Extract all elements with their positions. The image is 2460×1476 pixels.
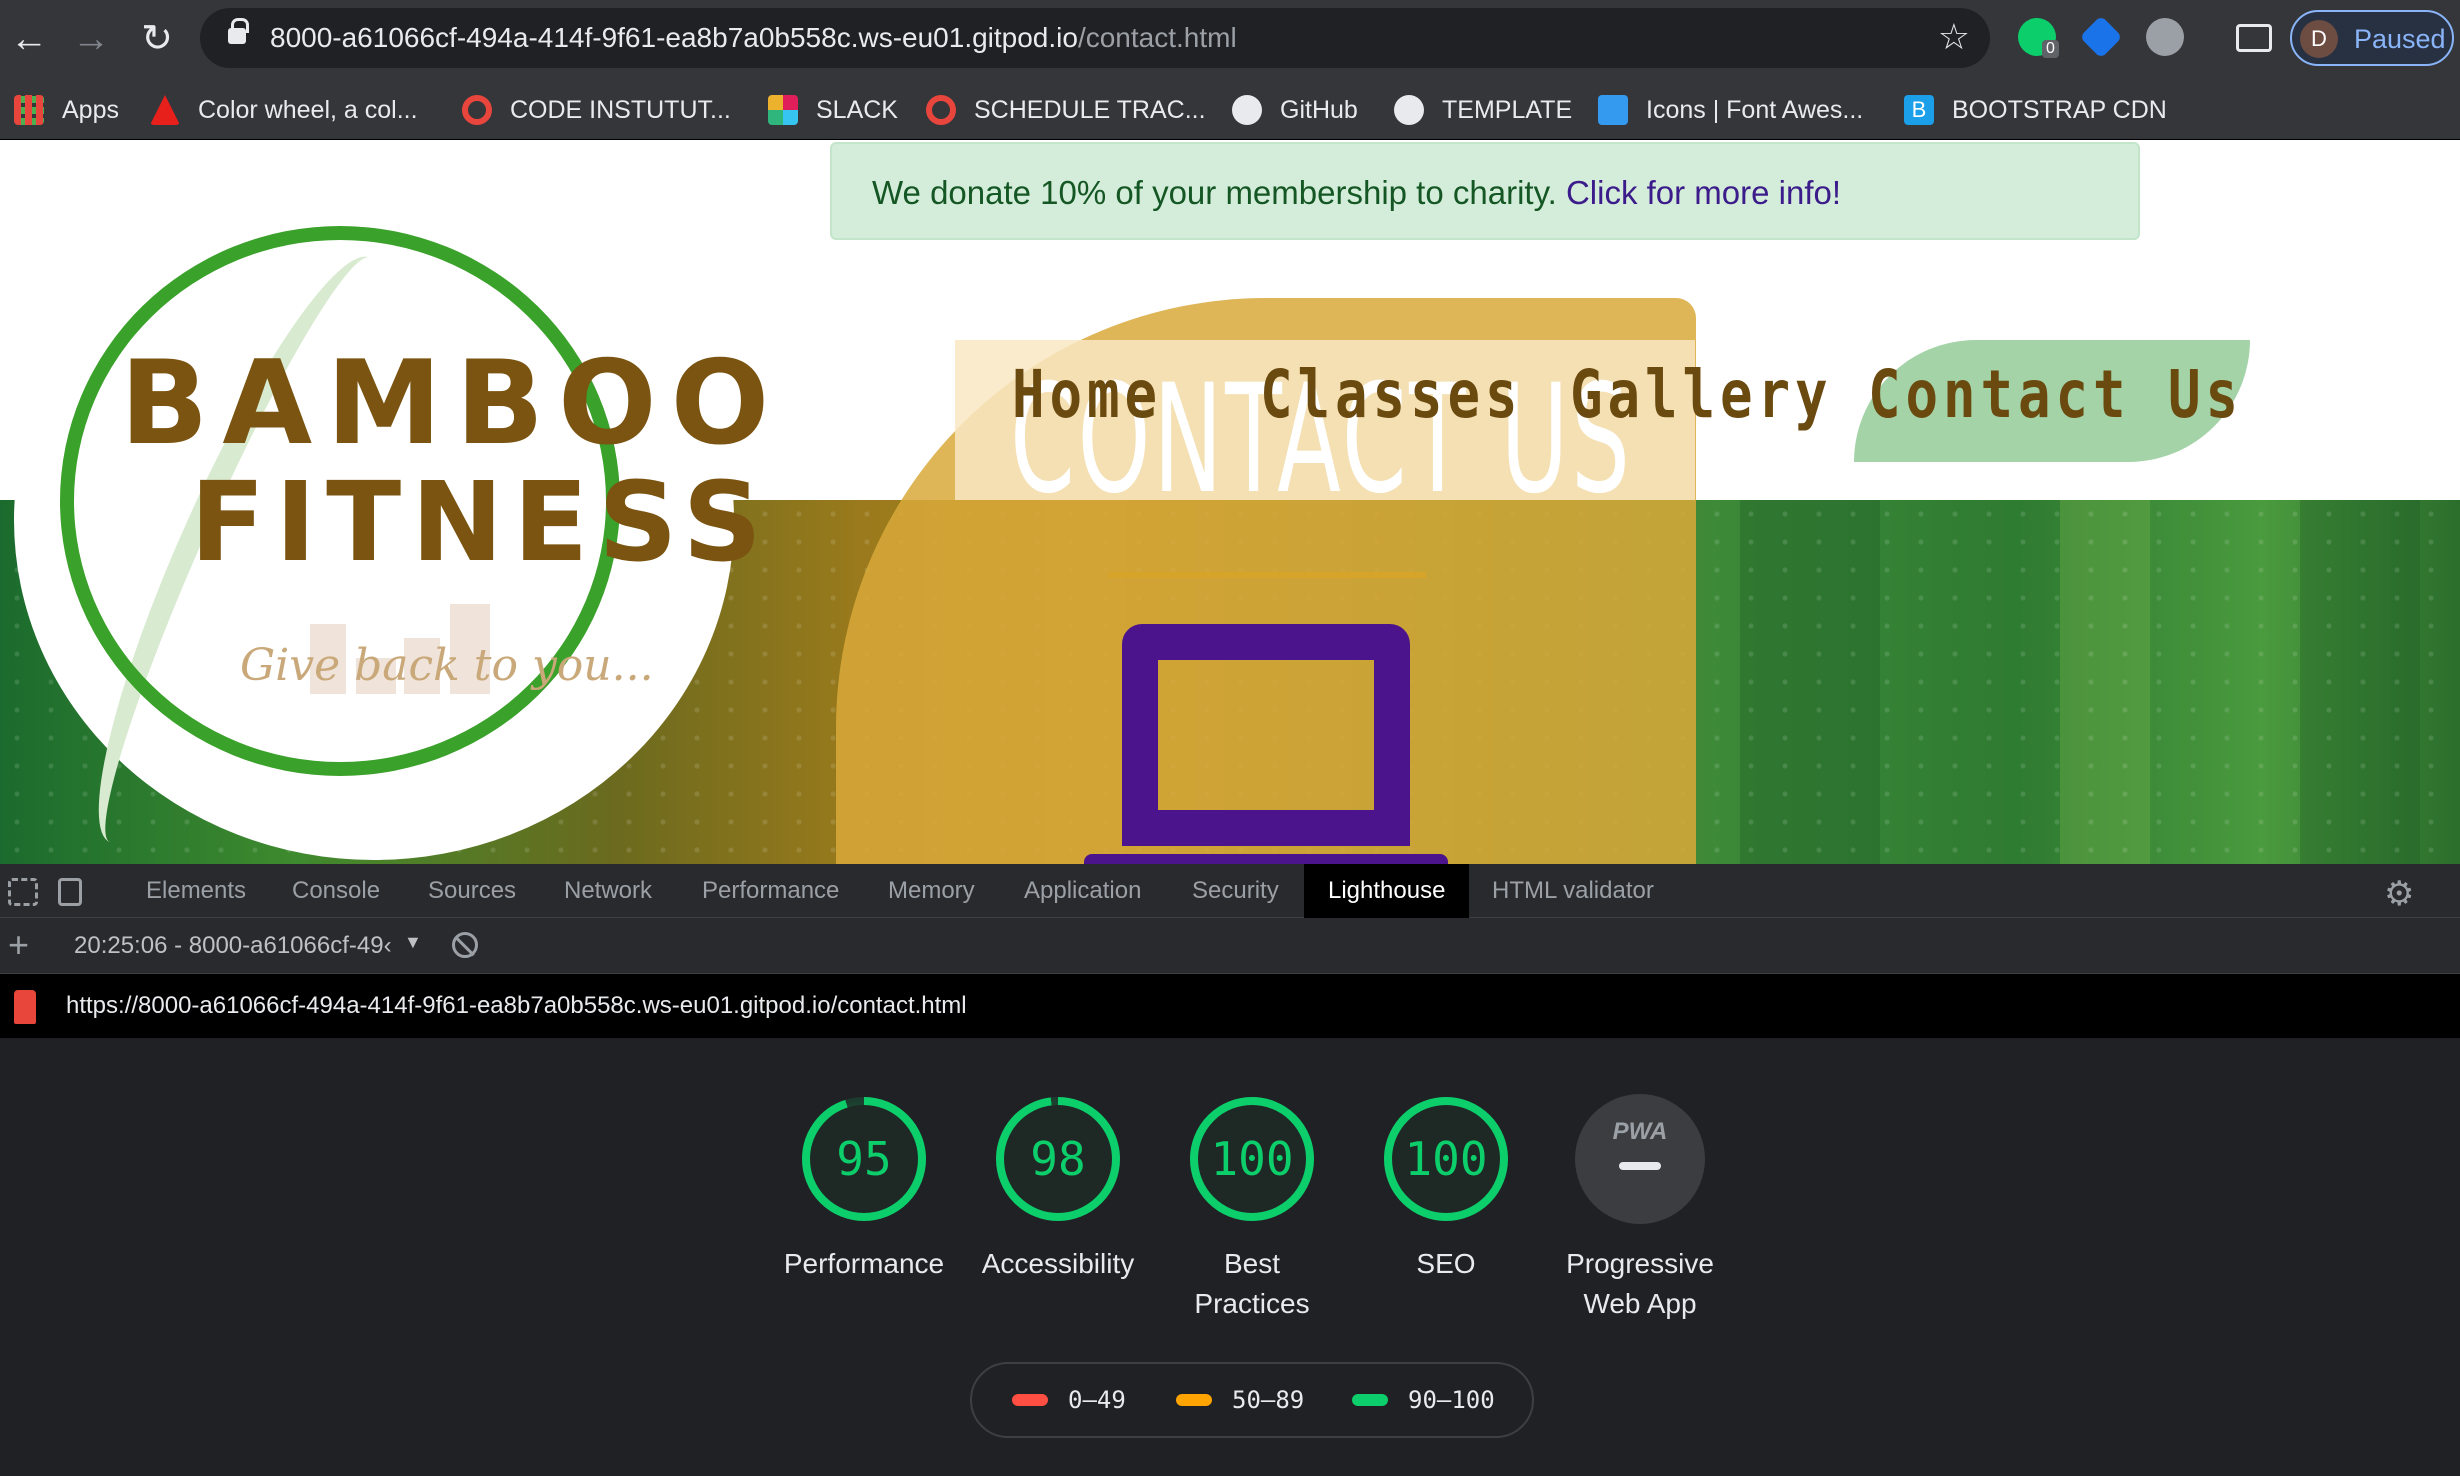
gauge-label: Performance bbox=[783, 1248, 945, 1279]
profile-status: Paused bbox=[2354, 24, 2446, 54]
tab-memory[interactable]: Memory bbox=[888, 864, 975, 918]
web-page: We donate 10% of your membership to char… bbox=[0, 140, 2460, 864]
pwa-badge-icon: PWA bbox=[1575, 1094, 1705, 1224]
gauge-score: 100 bbox=[1210, 1132, 1294, 1186]
inspect-element-icon[interactable] bbox=[8, 878, 38, 906]
adobe-icon bbox=[150, 95, 180, 125]
reload-icon[interactable]: ↻ bbox=[132, 14, 182, 64]
slack-icon bbox=[768, 95, 798, 125]
gauge-label: Accessibility bbox=[981, 1248, 1135, 1279]
cast-icon[interactable] bbox=[2236, 24, 2272, 52]
gauge-pwa[interactable]: PWA Progressive Web App bbox=[1544, 1094, 1736, 1324]
score-legend: 0–49 50–89 90–100 bbox=[970, 1362, 1534, 1438]
legend-swatch bbox=[1352, 1394, 1388, 1406]
bookmark-apps[interactable]: Apps bbox=[14, 92, 119, 128]
nav-gallery[interactable]: Gallery bbox=[1570, 356, 1833, 433]
avatar: D bbox=[2300, 20, 2338, 58]
gauge-label: Best bbox=[1223, 1248, 1281, 1279]
bookmarks-bar: Apps Color wheel, a col... CODE INSTUTUT… bbox=[0, 78, 2460, 140]
bookmark-star-icon[interactable]: ☆ bbox=[1938, 16, 1970, 58]
lighthouse-url-bar: https://8000-a61066cf-494a-414f-9f61-ea8… bbox=[0, 974, 2460, 1038]
laptop-icon bbox=[1122, 624, 1410, 846]
tab-elements[interactable]: Elements bbox=[146, 864, 246, 918]
extension-badge: 0 bbox=[2042, 40, 2059, 58]
bookmark-schedule[interactable]: SCHEDULE TRAC... bbox=[926, 92, 1206, 128]
audited-url[interactable]: https://8000-a61066cf-494a-414f-9f61-ea8… bbox=[66, 992, 967, 1020]
extension-cube-icon[interactable] bbox=[2079, 15, 2123, 59]
legend-average: 50–89 bbox=[1176, 1386, 1304, 1414]
nav-contact-us[interactable]: Contact Us bbox=[1868, 356, 2243, 433]
gauge-label: Progressive bbox=[1566, 1248, 1714, 1279]
legend-swatch bbox=[1176, 1394, 1212, 1406]
alert-more-info-link[interactable]: Click for more info! bbox=[1566, 174, 1841, 211]
logo-title-line1[interactable]: BAMBOO bbox=[120, 336, 783, 471]
lighthouse-toolbar: + 20:25:06 - 8000-a61066cf-49‹ ▼ bbox=[0, 918, 2460, 974]
bookmark-github[interactable]: GitHub bbox=[1232, 92, 1358, 128]
tab-network[interactable]: Network bbox=[564, 864, 652, 918]
gauge-label-line2: Web App bbox=[1583, 1288, 1697, 1319]
gauge-best-practices[interactable]: 100 Best Practices bbox=[1156, 1094, 1348, 1324]
apps-grid-icon bbox=[14, 95, 44, 125]
devtools-panel: Elements Console Sources Network Perform… bbox=[0, 864, 2460, 1476]
bookmark-template[interactable]: TEMPLATE bbox=[1394, 92, 1572, 128]
address-bar[interactable]: 8000-a61066cf-494a-414f-9f61-ea8b7a0b558… bbox=[200, 8, 1990, 68]
github-icon bbox=[1394, 95, 1424, 125]
gauge-seo[interactable]: 100 SEO bbox=[1350, 1094, 1542, 1284]
charity-alert: We donate 10% of your membership to char… bbox=[830, 142, 2140, 240]
forward-arrow-icon[interactable]: → bbox=[66, 14, 116, 64]
gauge-accessibility[interactable]: 98 Accessibility bbox=[962, 1094, 1154, 1284]
github-icon bbox=[1232, 95, 1262, 125]
bookmark-slack[interactable]: SLACK bbox=[768, 92, 898, 128]
tab-console[interactable]: Console bbox=[292, 864, 380, 918]
bootstrap-icon: B bbox=[1904, 95, 1934, 125]
tab-performance[interactable]: Performance bbox=[702, 864, 839, 918]
logo-tagline: Give back to you... bbox=[240, 640, 654, 691]
code-institute-icon bbox=[462, 95, 492, 125]
pwa-badge-text: PWA bbox=[1612, 1118, 1668, 1145]
tab-html-validator[interactable]: HTML validator bbox=[1492, 864, 1654, 918]
bookmark-code-institute[interactable]: CODE INSTUTUT... bbox=[462, 92, 731, 128]
gauge-performance[interactable]: 95 Performance bbox=[768, 1094, 960, 1284]
gauge-score: 100 bbox=[1404, 1132, 1488, 1186]
font-awesome-flag-icon bbox=[1598, 95, 1628, 125]
tab-security[interactable]: Security bbox=[1192, 864, 1279, 918]
bookmark-bootstrap[interactable]: B BOOTSTRAP CDN bbox=[1904, 92, 2167, 128]
device-toolbar-icon[interactable] bbox=[58, 878, 82, 906]
gauge-label: SEO bbox=[1416, 1248, 1476, 1279]
tab-sources[interactable]: Sources bbox=[428, 864, 516, 918]
profile-button[interactable]: D Paused bbox=[2290, 10, 2454, 66]
report-select[interactable]: 20:25:06 - 8000-a61066cf-49‹ bbox=[74, 932, 392, 960]
pwa-dash bbox=[1619, 1162, 1661, 1170]
nav-home[interactable]: Home bbox=[1012, 356, 1162, 433]
logo-title-line2[interactable]: FITNESS bbox=[190, 458, 772, 586]
alert-text: We donate 10% of your membership to char… bbox=[872, 174, 1557, 211]
bookmark-color-wheel[interactable]: Color wheel, a col... bbox=[150, 92, 418, 128]
new-report-icon[interactable]: + bbox=[8, 924, 29, 966]
devtools-tabbar: Elements Console Sources Network Perform… bbox=[0, 864, 2460, 918]
chevron-down-icon[interactable]: ▼ bbox=[404, 932, 422, 953]
extension-shield-icon[interactable]: 0 bbox=[2018, 18, 2059, 58]
browser-toolbar: ← → ↻ 8000-a61066cf-494a-414f-9f61-ea8b7… bbox=[0, 0, 2460, 78]
legend-swatch bbox=[1012, 1394, 1048, 1406]
schedule-icon bbox=[926, 95, 956, 125]
legend-fail: 0–49 bbox=[1012, 1386, 1126, 1414]
legend-pass: 90–100 bbox=[1352, 1386, 1495, 1414]
bookmark-font-awesome[interactable]: Icons | Font Awes... bbox=[1598, 92, 1863, 128]
address-url: 8000-a61066cf-494a-414f-9f61-ea8b7a0b558… bbox=[270, 22, 1237, 53]
gauge-label-line2: Practices bbox=[1194, 1288, 1310, 1319]
nav-classes[interactable]: Classes bbox=[1260, 356, 1523, 433]
back-arrow-icon[interactable]: ← bbox=[4, 14, 54, 64]
lighthouse-logo-icon bbox=[14, 990, 36, 1024]
more-options-icon[interactable]: ⋮ bbox=[2448, 874, 2460, 909]
extension-check-icon[interactable] bbox=[2146, 18, 2184, 56]
lock-icon bbox=[228, 18, 249, 44]
clear-reports-icon[interactable] bbox=[452, 932, 478, 958]
gauge-score: 98 bbox=[1030, 1132, 1086, 1186]
gear-icon[interactable]: ⚙ bbox=[2384, 874, 2414, 914]
laptop-base-icon bbox=[1084, 854, 1448, 864]
tab-application[interactable]: Application bbox=[1024, 864, 1141, 918]
hero-divider bbox=[1108, 572, 1426, 578]
gauge-score: 95 bbox=[836, 1132, 892, 1186]
tab-lighthouse[interactable]: Lighthouse bbox=[1304, 864, 1470, 918]
